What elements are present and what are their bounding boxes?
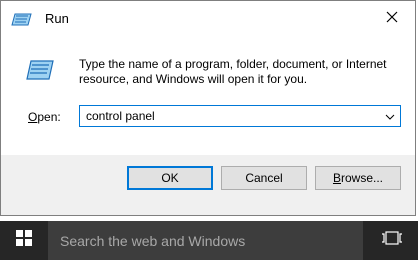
dialog-content: Type the name of a program, folder, docu… bbox=[1, 37, 415, 155]
open-combobox[interactable]: control panel bbox=[79, 105, 401, 127]
run-dialog: Run Type the name of a program, folder, … bbox=[0, 0, 416, 216]
chevron-down-icon bbox=[385, 107, 395, 125]
taskbar: Search the web and Windows bbox=[0, 221, 418, 260]
taskbar-search-box[interactable]: Search the web and Windows bbox=[48, 221, 363, 260]
open-label-rest: pen: bbox=[37, 110, 61, 124]
run-icon bbox=[11, 11, 33, 27]
open-label-accel: O bbox=[28, 110, 38, 124]
window-title: Run bbox=[45, 11, 69, 26]
close-button[interactable] bbox=[369, 1, 415, 37]
search-placeholder: Search the web and Windows bbox=[60, 233, 246, 249]
instruction-text: Type the name of a program, folder, docu… bbox=[79, 57, 387, 86]
close-icon bbox=[386, 10, 398, 28]
dropdown-button[interactable] bbox=[380, 106, 400, 126]
windows-logo-icon bbox=[16, 230, 32, 251]
title-bar[interactable]: Run bbox=[1, 1, 415, 37]
task-view-button[interactable] bbox=[370, 221, 414, 260]
task-view-icon bbox=[381, 231, 403, 250]
start-button[interactable] bbox=[0, 221, 48, 260]
open-input[interactable]: control panel bbox=[86, 108, 155, 124]
run-icon bbox=[25, 57, 55, 83]
ok-button[interactable]: OK bbox=[127, 166, 213, 190]
open-label: Open: bbox=[28, 109, 61, 125]
browse-accel: B bbox=[332, 171, 341, 185]
browse-button[interactable]: Browse... bbox=[315, 166, 401, 190]
cancel-button[interactable]: Cancel bbox=[221, 166, 307, 190]
browse-rest: rowse... bbox=[341, 171, 384, 185]
